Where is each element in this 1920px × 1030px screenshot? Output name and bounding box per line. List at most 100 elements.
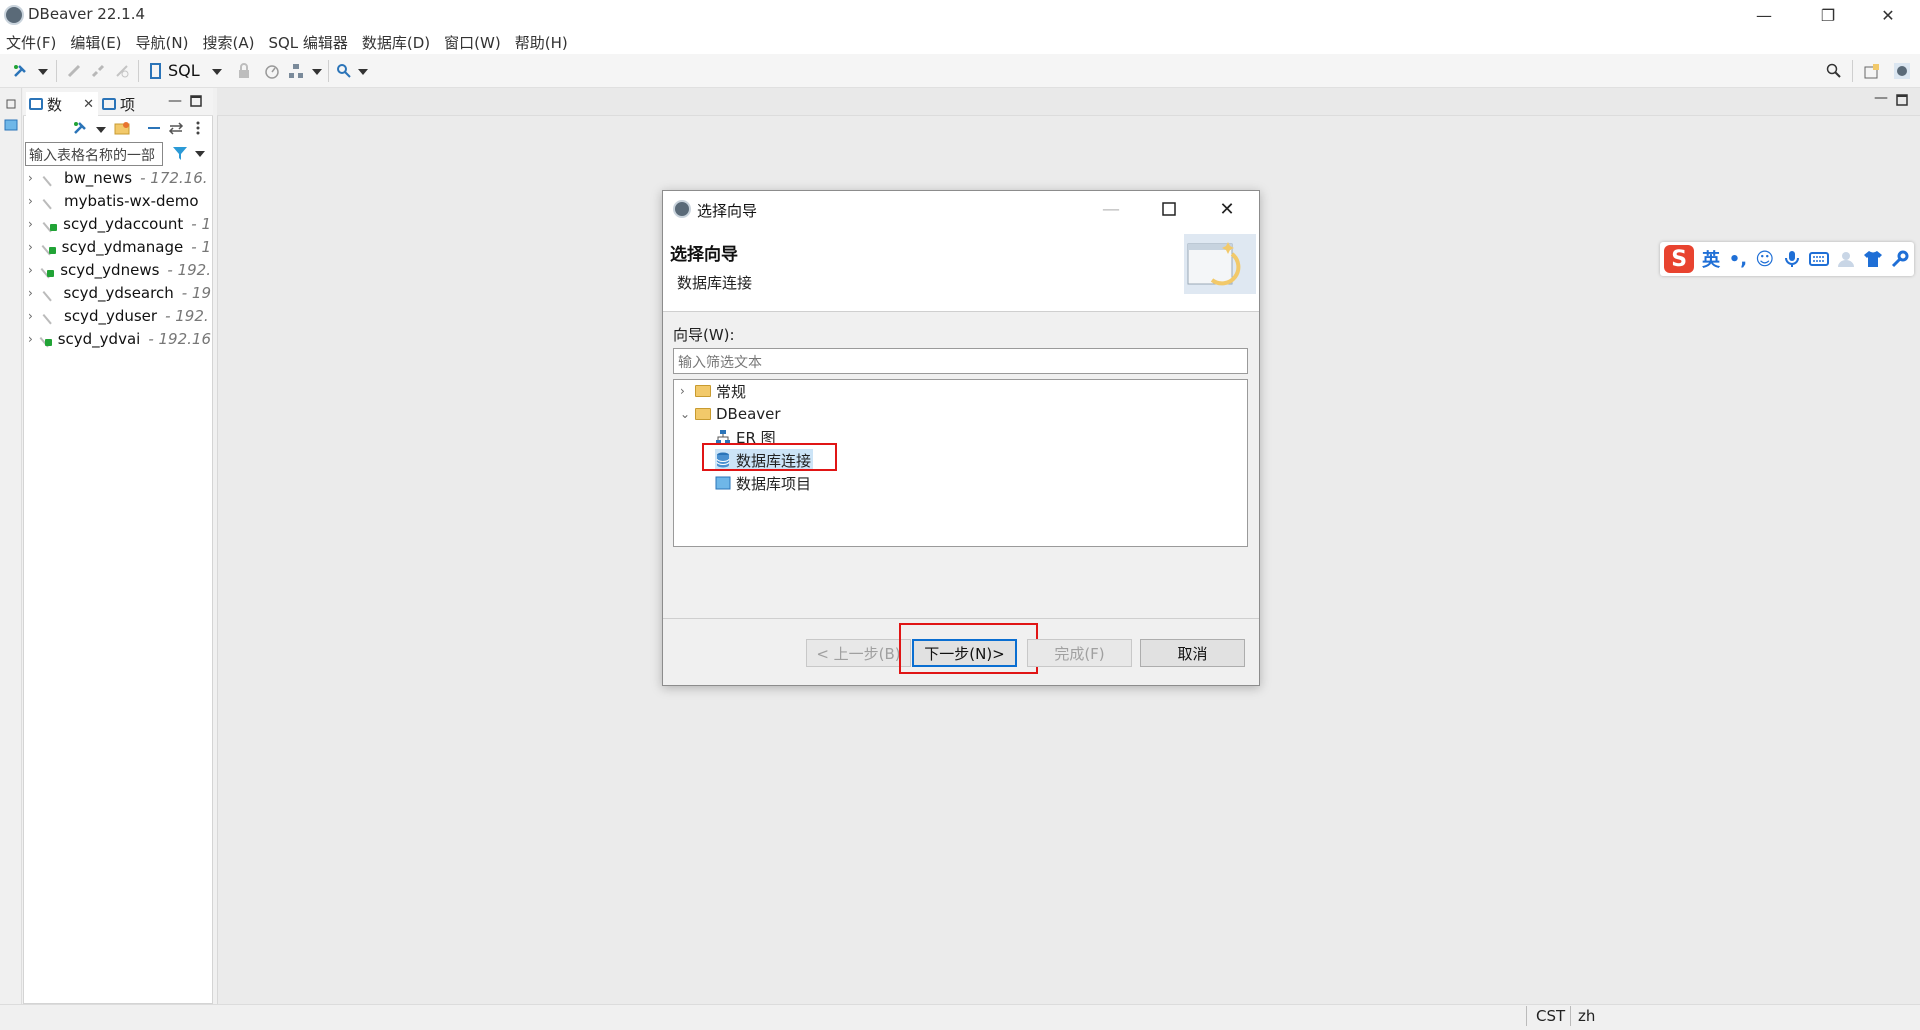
connection-item[interactable]: › scyd_ydaccount - 1 xyxy=(28,212,211,235)
tab-projects[interactable]: 项 xyxy=(102,92,152,116)
link-with-editor-icon[interactable] xyxy=(168,120,184,136)
tab-database-navigator[interactable]: 数 ✕ xyxy=(26,92,98,116)
dialog-heading: 选择向导 xyxy=(670,245,738,265)
menu-sql-editor[interactable]: SQL 编辑器 xyxy=(268,32,347,53)
connection-item[interactable]: › bw_news - 172.16. xyxy=(28,166,211,189)
open-perspective-icon[interactable] xyxy=(1864,63,1880,79)
connection-name: scyd_ydnews xyxy=(60,260,160,279)
punctuation-icon[interactable]: •, xyxy=(1727,248,1748,270)
connection-item[interactable]: › scyd_ydsearch - 19 xyxy=(28,281,211,304)
tab-database-navigator-label: 数 xyxy=(47,95,63,114)
new-connection-dropdown-icon[interactable] xyxy=(96,127,106,133)
navigator-filter-input[interactable]: 输入表格名称的一部 xyxy=(25,142,163,166)
expand-chevron-icon[interactable]: › xyxy=(28,286,40,300)
database-navigator-icon xyxy=(29,98,43,110)
cancel-button[interactable]: 取消 xyxy=(1140,639,1245,667)
chevron-right-icon[interactable]: › xyxy=(680,384,692,398)
search-icon[interactable] xyxy=(336,63,352,79)
connection-icon xyxy=(42,307,60,324)
minimize-editor-icon[interactable]: — xyxy=(1874,90,1888,106)
expand-chevron-icon[interactable]: › xyxy=(28,194,40,208)
expand-chevron-icon[interactable]: › xyxy=(28,263,38,277)
tree-item-dbeaver[interactable]: ⌄ DBeaver xyxy=(680,403,781,425)
ime-mode-toggle[interactable]: 英 xyxy=(1700,248,1721,271)
dbeaver-logo-icon xyxy=(673,200,691,218)
user-icon[interactable] xyxy=(1835,248,1856,270)
disconnect-icon[interactable] xyxy=(90,63,106,79)
close-button[interactable]: ✕ xyxy=(1860,0,1916,30)
connection-item[interactable]: › mybatis-wx-demo xyxy=(28,189,211,212)
menu-edit[interactable]: 编辑(E) xyxy=(70,32,121,53)
tree-item-database-project[interactable]: 数据库项目 xyxy=(715,472,811,494)
menu-bar: 文件(F) 编辑(E) 导航(N) 搜索(A) SQL 编辑器 数据库(D) 窗… xyxy=(0,30,1920,54)
microphone-icon[interactable] xyxy=(1781,248,1802,270)
restore-button[interactable]: ❐ xyxy=(1800,0,1856,30)
sql-dropdown-icon[interactable] xyxy=(212,69,222,75)
settings-wrench-icon[interactable] xyxy=(1889,248,1910,270)
dbeaver-logo-icon xyxy=(4,5,24,25)
sql-editor-icon[interactable] xyxy=(148,63,164,79)
lock-icon[interactable] xyxy=(236,63,252,79)
tree-item-general[interactable]: › 常规 xyxy=(680,380,746,402)
dialog-close-button[interactable]: ✕ xyxy=(1199,191,1255,227)
back-button[interactable]: < 上一步(B) xyxy=(806,639,911,667)
dbeaver-perspective-icon[interactable] xyxy=(1894,63,1910,79)
collapse-all-icon[interactable] xyxy=(146,120,162,136)
dialog-subheading: 数据库连接 xyxy=(677,274,753,292)
new-connection-icon[interactable] xyxy=(72,120,88,136)
connection-host: - 192.16 xyxy=(148,329,211,348)
connect-icon[interactable] xyxy=(66,63,82,79)
connection-name: bw_news xyxy=(64,168,133,187)
connection-name: scyd_yduser xyxy=(64,306,158,325)
global-search-icon[interactable] xyxy=(1826,63,1842,79)
expand-chevron-icon[interactable]: › xyxy=(28,171,40,185)
wizard-filter-input[interactable]: 输入筛选文本 xyxy=(673,348,1248,374)
minimize-button[interactable]: — xyxy=(1736,0,1792,30)
maximize-editor-icon[interactable] xyxy=(1896,94,1908,106)
menu-navigate[interactable]: 导航(N) xyxy=(136,32,189,53)
connection-item[interactable]: › scyd_ydnews - 192. xyxy=(28,258,211,281)
tree-item-label: 常规 xyxy=(716,382,747,401)
dialog-minimize-button: — xyxy=(1102,198,1120,220)
highlight-box-next xyxy=(899,623,1038,674)
sql-button-label[interactable]: SQL xyxy=(168,61,200,80)
expand-chevron-icon[interactable]: › xyxy=(28,217,40,231)
filter-icon[interactable] xyxy=(172,145,188,161)
connection-item[interactable]: › scyd_yduser - 192. xyxy=(28,304,211,327)
connection-item[interactable]: › scyd_ydvai - 192.16 xyxy=(28,327,211,350)
new-folder-icon[interactable] xyxy=(114,120,130,136)
transaction-mode-icon[interactable] xyxy=(264,63,280,79)
dialog-maximize-button[interactable] xyxy=(1162,202,1176,216)
emoji-icon[interactable]: ☺ xyxy=(1754,248,1775,270)
search-dropdown-icon[interactable] xyxy=(358,69,368,75)
menu-file[interactable]: 文件(F) xyxy=(6,32,56,53)
expand-chevron-icon[interactable]: › xyxy=(28,332,37,346)
filter-dropdown-icon[interactable] xyxy=(195,151,205,157)
finish-button[interactable]: 完成(F) xyxy=(1027,639,1132,667)
close-tab-icon[interactable]: ✕ xyxy=(83,97,94,112)
connection-item[interactable]: › scyd_ydmanage - 1 xyxy=(28,235,211,258)
schema-dropdown-icon[interactable] xyxy=(312,69,322,75)
restore-view-icon[interactable] xyxy=(5,98,17,110)
new-connection-icon[interactable] xyxy=(12,63,28,79)
project-view-icon[interactable] xyxy=(4,118,18,132)
menu-help[interactable]: 帮助(H) xyxy=(515,32,568,53)
maximize-view-icon[interactable] xyxy=(190,95,202,107)
menu-database[interactable]: 数据库(D) xyxy=(362,32,430,53)
schema-icon[interactable] xyxy=(288,63,304,79)
menu-window[interactable]: 窗口(W) xyxy=(444,32,501,53)
expand-chevron-icon[interactable]: › xyxy=(28,240,39,254)
minimize-view-icon[interactable]: — xyxy=(168,93,182,109)
keyboard-icon[interactable] xyxy=(1808,248,1829,270)
menu-search[interactable]: 搜索(A) xyxy=(202,32,254,53)
chevron-down-icon[interactable]: ⌄ xyxy=(680,407,692,421)
new-connection-dropdown-icon[interactable] xyxy=(38,69,48,75)
ime-toolbar: S 英 •, ☺ xyxy=(1660,242,1914,276)
expand-chevron-icon[interactable]: › xyxy=(28,309,40,323)
skin-shirt-icon[interactable] xyxy=(1862,248,1883,270)
invalidate-icon[interactable] xyxy=(114,63,130,79)
toolbar-separator xyxy=(1852,60,1853,82)
view-menu-icon[interactable] xyxy=(194,120,202,136)
project-icon xyxy=(715,476,731,490)
sogou-logo-icon[interactable]: S xyxy=(1664,245,1695,273)
